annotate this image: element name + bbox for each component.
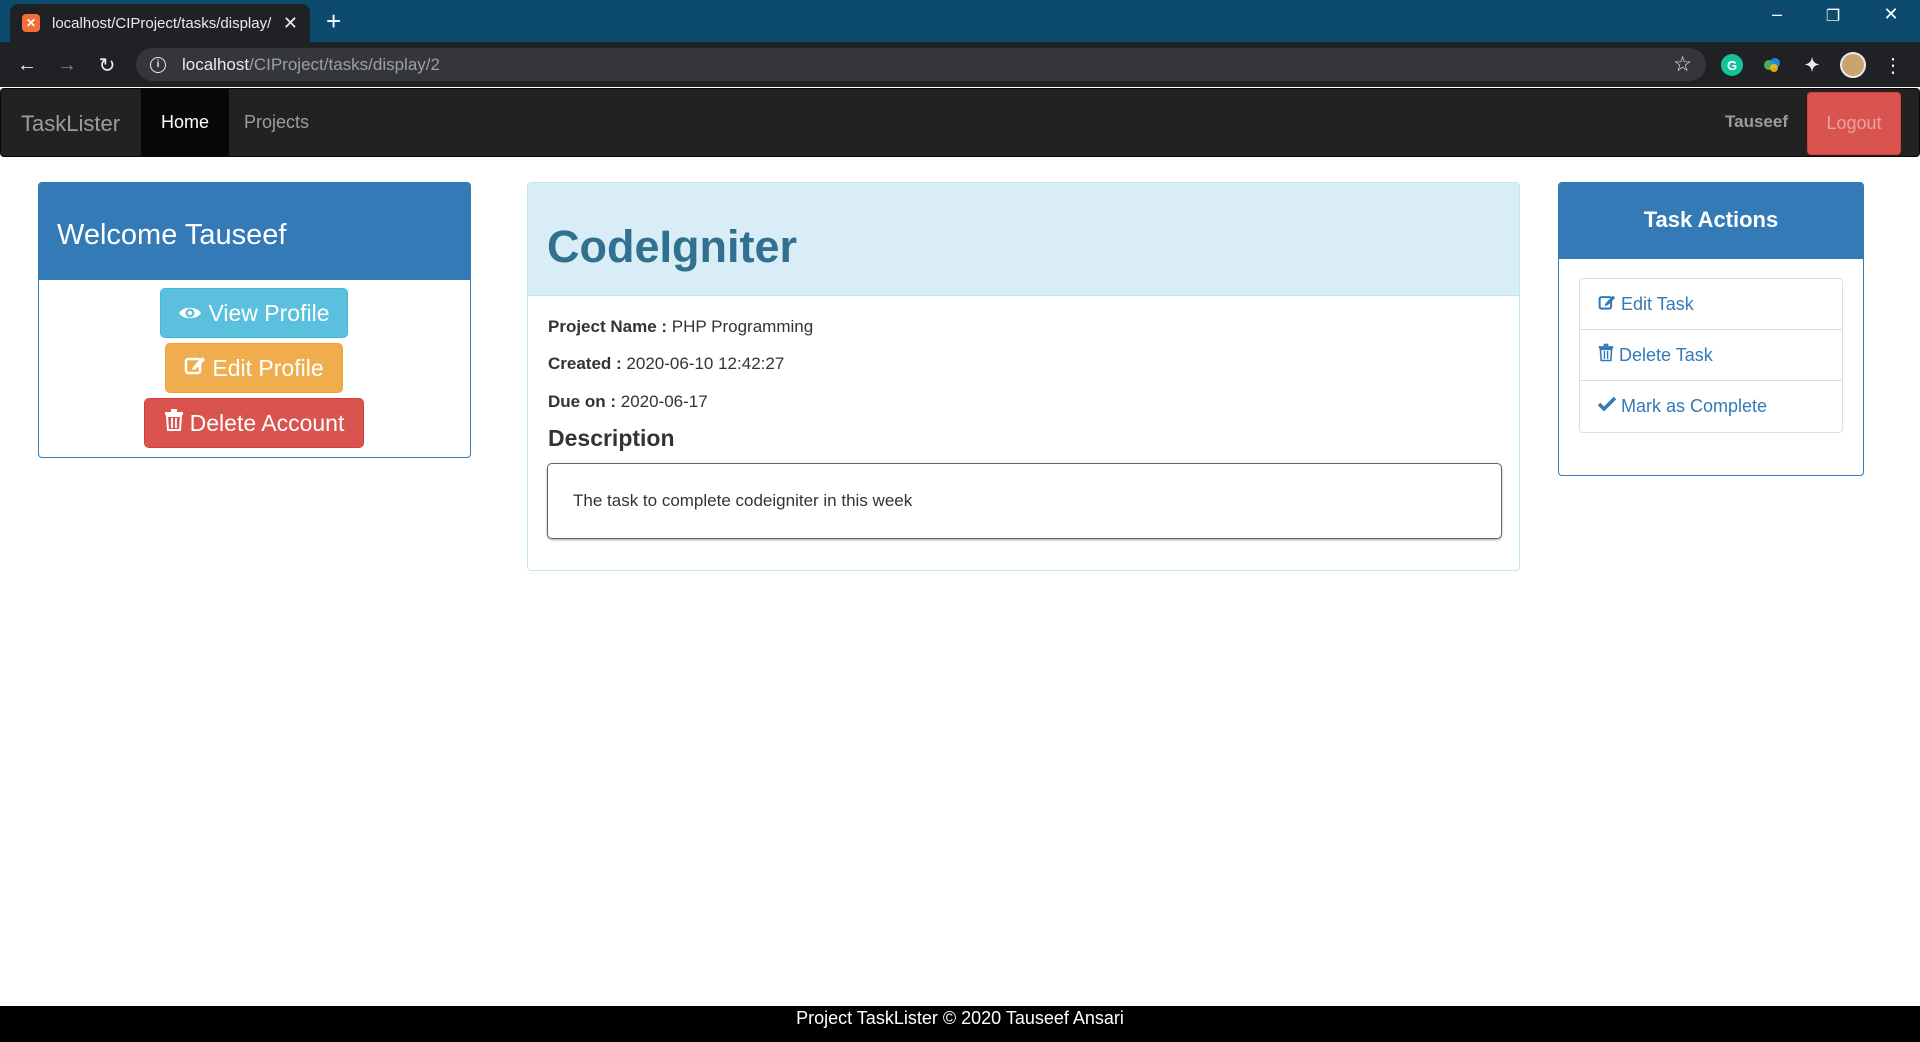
page-footer: Project TaskLister © 2020 Tauseef Ansari [0,1006,1920,1042]
app-navbar: TaskLister Home Projects Tauseef Logout [0,88,1920,157]
forward-icon[interactable]: → [52,50,82,80]
back-icon[interactable]: ← [12,50,42,80]
browser-tabstrip: ✕ localhost/CIProject/tasks/display/2 ✕ … [0,0,1920,42]
navbar-brand[interactable]: TaskLister [21,111,120,137]
view-profile-label: View Profile [208,299,330,326]
edit-task-link[interactable]: Edit Task [1580,279,1842,330]
bookmark-star-icon[interactable]: ☆ [1673,52,1692,77]
created-value: 2020-06-10 12:42:27 [626,354,785,373]
description-box: The task to complete codeigniter in this… [547,463,1502,539]
grammarly-extension-icon[interactable]: G [1721,54,1743,76]
due-value: 2020-06-17 [620,392,708,411]
checkmark-icon [1597,396,1617,417]
restore-icon[interactable]: ❐ [1818,6,1848,26]
url-text[interactable]: localhost/CIProject/tasks/display/2 [182,55,440,75]
welcome-title: Welcome Tauseef [39,183,470,280]
created-row: Created : 2020-06-10 12:42:27 [548,354,784,374]
delete-account-button[interactable]: Delete Account [144,398,364,448]
tab-close-icon[interactable]: ✕ [283,13,298,34]
address-bar[interactable]: i localhost/CIProject/tasks/display/2 ☆ [136,48,1706,81]
project-name-label: Project Name : [548,317,668,336]
task-actions-panel: Task Actions Edit Task Delete Task Mark … [1558,182,1864,476]
eye-icon [178,300,202,327]
due-row: Due on : 2020-06-17 [548,392,708,412]
profile-avatar[interactable] [1840,52,1866,78]
welcome-panel: Welcome Tauseef View Profile Edit Profil… [38,182,471,458]
extensions-puzzle-icon[interactable]: ✦ [1801,54,1823,76]
view-profile-button[interactable]: View Profile [160,288,348,338]
url-path: /CIProject/tasks/display/2 [249,54,440,74]
trash-icon [164,409,184,437]
close-window-icon[interactable]: ✕ [1876,4,1906,25]
trash-icon [1598,343,1614,367]
nav-projects[interactable]: Projects [224,89,329,156]
edit-profile-label: Edit Profile [212,354,324,381]
project-name-value: PHP Programming [671,317,814,336]
xampp-favicon-icon: ✕ [22,14,40,32]
browser-tab[interactable]: ✕ localhost/CIProject/tasks/display/2 ✕ [10,4,310,42]
edit-task-label: Edit Task [1621,293,1694,314]
menu-kebab-icon[interactable]: ⋮ [1878,50,1908,80]
mark-complete-link[interactable]: Mark as Complete [1580,381,1842,432]
task-panel: CodeIgniter Project Name : PHP Programmi… [527,182,1520,571]
reload-icon[interactable]: ↻ [92,50,122,80]
browser-toolbar: ← → ↻ i localhost/CIProject/tasks/displa… [0,42,1920,87]
task-actions-title: Task Actions [1559,183,1863,259]
colorful-extension-icon[interactable] [1761,54,1783,76]
delete-task-label: Delete Task [1619,344,1713,365]
minimize-icon[interactable]: – [1762,4,1792,25]
tab-title: localhost/CIProject/tasks/display/2 [52,14,272,32]
mark-complete-label: Mark as Complete [1621,396,1768,416]
url-host: localhost [182,54,250,74]
navbar-username: Tauseef [1725,112,1788,131]
logout-button[interactable]: Logout [1807,92,1901,155]
due-label: Due on : [548,392,616,411]
created-label: Created : [548,354,622,373]
delete-account-label: Delete Account [189,409,345,436]
task-title: CodeIgniter [528,183,1519,296]
new-tab-icon[interactable]: + [326,8,341,34]
edit-icon [1598,293,1616,316]
task-actions-list: Edit Task Delete Task Mark as Complete [1579,278,1843,433]
delete-task-link[interactable]: Delete Task [1580,330,1842,381]
site-info-icon[interactable]: i [150,56,166,73]
project-name-row: Project Name : PHP Programming [548,317,813,337]
nav-home[interactable]: Home [141,89,230,156]
edit-profile-button[interactable]: Edit Profile [165,343,343,393]
edit-icon [184,354,206,382]
description-title: Description [548,425,675,451]
